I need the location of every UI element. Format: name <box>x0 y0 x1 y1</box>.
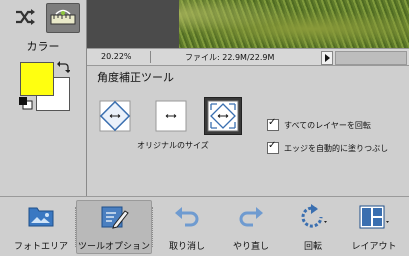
autofill-edges-checkbox[interactable] <box>267 140 279 154</box>
rotate-all-layers-label: すべてのレイヤーを回転 <box>284 120 371 130</box>
layout-icon <box>359 205 389 229</box>
shuffle-tool-button[interactable] <box>8 3 40 31</box>
undo-button[interactable]: 取り消し <box>155 201 219 253</box>
shuffle-icon <box>16 9 35 25</box>
status-menu-arrow-icon[interactable] <box>321 51 333 65</box>
autofill-edges-option[interactable]: エッジを自動的に塗りつぶし <box>267 140 389 154</box>
rotate-canvas-icon <box>99 100 131 132</box>
redo-icon <box>239 207 263 227</box>
photo-area-button[interactable]: フォトエリア <box>8 201 74 253</box>
zoom-level[interactable]: 20.22% <box>101 52 132 61</box>
canvas-background <box>87 0 179 48</box>
rotate-icon <box>301 204 327 228</box>
default-colors-icon[interactable] <box>18 96 34 110</box>
layout-label: レイアウト <box>351 242 397 252</box>
bottom-toolbar: フォトエリア ツールオプション 取り消し やり直し 回転 レイアウト <box>0 196 409 256</box>
toolbar-divider <box>152 207 153 247</box>
tool-options-icon <box>101 206 129 229</box>
horizontal-scrollbar[interactable] <box>335 51 407 65</box>
autofill-edges-label: エッジを自動的に塗りつぶし <box>284 143 389 153</box>
foreground-color-swatch[interactable] <box>20 62 54 96</box>
straighten-tool-button[interactable] <box>46 3 80 33</box>
status-bar: 20.22% ファイル: 22.9M/22.9M <box>87 48 409 66</box>
undo-label: 取り消し <box>168 242 205 252</box>
original-size-label: オリジナルのサイズ <box>137 141 209 150</box>
file-size-info: ファイル: 22.9M/22.9M <box>185 53 275 62</box>
rotate-button[interactable]: 回転 <box>286 201 340 253</box>
redo-label: やり直し <box>232 242 269 252</box>
panel-title: 角度補正ツール <box>97 71 174 84</box>
color-label: カラー <box>26 40 60 53</box>
redo-button[interactable]: やり直し <box>220 201 282 253</box>
photo-area-icon <box>28 207 54 227</box>
tool-options-panel: 角度補正ツール オリジナルのサイズ すべてのレイヤーを回転 エッジを自動的に塗り… <box>87 66 409 196</box>
crop-canvas-icon <box>155 100 187 132</box>
layout-button[interactable]: レイアウト <box>344 201 404 253</box>
rotate-all-layers-checkbox[interactable] <box>267 117 279 131</box>
tool-options-label: ツールオプション <box>77 242 150 252</box>
photo-area-label: フォトエリア <box>13 242 68 252</box>
swap-colors-icon[interactable] <box>56 60 70 74</box>
undo-icon <box>175 207 199 227</box>
tools-panel: カラー <box>0 0 87 196</box>
crop-to-remove-background-button[interactable] <box>155 100 187 132</box>
straighten-tool-icon <box>50 9 76 25</box>
rotate-label: 回転 <box>303 242 322 252</box>
rotate-all-layers-option[interactable]: すべてのレイヤーを回転 <box>267 117 371 131</box>
original-size-icon <box>207 100 239 132</box>
status-divider <box>150 51 151 63</box>
tool-options-button[interactable]: ツールオプション <box>76 200 152 254</box>
original-size-button[interactable] <box>204 97 242 135</box>
remove-background-button[interactable] <box>99 100 131 132</box>
